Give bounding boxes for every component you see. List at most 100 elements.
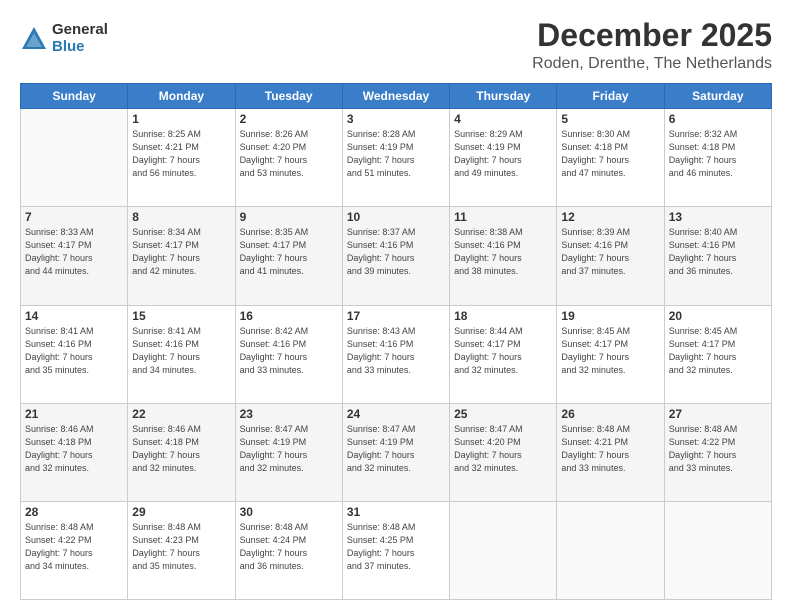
day-number: 29 xyxy=(132,505,230,519)
day-number: 20 xyxy=(669,309,767,323)
calendar-cell: 14 Sunrise: 8:41 AMSunset: 4:16 PMDayligh… xyxy=(21,305,128,403)
day-info: Sunrise: 8:48 AMSunset: 4:22 PMDaylight:… xyxy=(669,423,767,475)
header-tuesday: Tuesday xyxy=(235,84,342,109)
calendar-cell: 23Sunrise: 8:47 AMSunset: 4:19 PMDayligh… xyxy=(235,403,342,501)
day-number: 15 xyxy=(132,309,230,323)
day-info: Sunrise: 8:48 AMSunset: 4:25 PMDaylight:… xyxy=(347,521,445,573)
day-info: Sunrise: 8:48 AMSunset: 4:23 PMDaylight:… xyxy=(132,521,230,573)
day-info: Sunrise: 8:45 AMSunset: 4:17 PMDaylight:… xyxy=(669,325,767,377)
logo-text: General Blue xyxy=(52,22,108,55)
calendar-cell: 15Sunrise: 8:41 AMSunset: 4:16 PMDayligh… xyxy=(128,305,235,403)
day-info: Sunrise: 8:32 AMSunset: 4:18 PMDaylight:… xyxy=(669,128,767,180)
calendar-cell: 13 Sunrise: 8:40 AMSunset: 4:16 PMDayligh… xyxy=(664,207,771,305)
day-number: 11 xyxy=(454,210,552,224)
day-info: Sunrise: 8:42 AMSunset: 4:16 PMDaylight:… xyxy=(240,325,338,377)
calendar-cell: 30 Sunrise: 8:48 AMSunset: 4:24 PMDayligh… xyxy=(235,501,342,599)
calendar-table: Sunday Monday Tuesday Wednesday Thursday… xyxy=(20,83,772,600)
calendar-cell: 5 Sunrise: 8:30 AMSunset: 4:18 PMDaylight… xyxy=(557,109,664,207)
calendar-cell: 12 Sunrise: 8:39 AMSunset: 4:16 PMDayligh… xyxy=(557,207,664,305)
calendar-cell: 11 Sunrise: 8:38 AMSunset: 4:16 PMDayligh… xyxy=(450,207,557,305)
day-number: 31 xyxy=(347,505,445,519)
day-number: 9 xyxy=(240,210,338,224)
calendar-cell: 18Sunrise: 8:44 AMSunset: 4:17 PMDayligh… xyxy=(450,305,557,403)
day-number: 26 xyxy=(561,407,659,421)
day-info: Sunrise: 8:46 AMSunset: 4:18 PMDaylight:… xyxy=(132,423,230,475)
day-info: Sunrise: 8:45 AMSunset: 4:17 PMDaylight:… xyxy=(561,325,659,377)
calendar-cell: 28 Sunrise: 8:48 AMSunset: 4:22 PMDayligh… xyxy=(21,501,128,599)
day-info: Sunrise: 8:25 AMSunset: 4:21 PMDaylight:… xyxy=(132,128,230,180)
calendar-cell: 22Sunrise: 8:46 AMSunset: 4:18 PMDayligh… xyxy=(128,403,235,501)
calendar-cell: 6 Sunrise: 8:32 AMSunset: 4:18 PMDaylight… xyxy=(664,109,771,207)
day-number: 4 xyxy=(454,112,552,126)
day-info: Sunrise: 8:46 AMSunset: 4:18 PMDaylight:… xyxy=(25,423,123,475)
calendar-cell: 9 Sunrise: 8:35 AMSunset: 4:17 PMDaylight… xyxy=(235,207,342,305)
day-info: Sunrise: 8:39 AMSunset: 4:16 PMDaylight:… xyxy=(561,226,659,278)
day-info: Sunrise: 8:47 AMSunset: 4:20 PMDaylight:… xyxy=(454,423,552,475)
day-info: Sunrise: 8:40 AMSunset: 4:16 PMDaylight:… xyxy=(669,226,767,278)
day-number: 23 xyxy=(240,407,338,421)
title-block: December 2025 Roden, Drenthe, The Nether… xyxy=(532,18,772,73)
day-number: 12 xyxy=(561,210,659,224)
calendar-cell: 10 Sunrise: 8:37 AMSunset: 4:16 PMDayligh… xyxy=(342,207,449,305)
day-number: 25 xyxy=(454,407,552,421)
calendar-week-row: 7 Sunrise: 8:33 AMSunset: 4:17 PMDaylight… xyxy=(21,207,772,305)
calendar-cell xyxy=(21,109,128,207)
month-title: December 2025 xyxy=(532,18,772,53)
day-number: 21 xyxy=(25,407,123,421)
day-info: Sunrise: 8:30 AMSunset: 4:18 PMDaylight:… xyxy=(561,128,659,180)
calendar-cell: 21 Sunrise: 8:46 AMSunset: 4:18 PMDayligh… xyxy=(21,403,128,501)
header-sunday: Sunday xyxy=(21,84,128,109)
header-thursday: Thursday xyxy=(450,84,557,109)
calendar-cell: 19 Sunrise: 8:45 AMSunset: 4:17 PMDayligh… xyxy=(557,305,664,403)
calendar-cell: 27Sunrise: 8:48 AMSunset: 4:22 PMDayligh… xyxy=(664,403,771,501)
day-info: Sunrise: 8:48 AMSunset: 4:24 PMDaylight:… xyxy=(240,521,338,573)
day-number: 14 xyxy=(25,309,123,323)
calendar-cell xyxy=(450,501,557,599)
calendar-cell: 29 Sunrise: 8:48 AMSunset: 4:23 PMDayligh… xyxy=(128,501,235,599)
day-info: Sunrise: 8:34 AMSunset: 4:17 PMDaylight:… xyxy=(132,226,230,278)
logo-general-text: General xyxy=(52,22,108,39)
day-info: Sunrise: 8:48 AMSunset: 4:22 PMDaylight:… xyxy=(25,521,123,573)
location-title: Roden, Drenthe, The Netherlands xyxy=(532,55,772,73)
calendar-cell: 2Sunrise: 8:26 AMSunset: 4:20 PMDaylight… xyxy=(235,109,342,207)
day-number: 19 xyxy=(561,309,659,323)
day-number: 17 xyxy=(347,309,445,323)
day-number: 28 xyxy=(25,505,123,519)
calendar-cell: 17Sunrise: 8:43 AMSunset: 4:16 PMDayligh… xyxy=(342,305,449,403)
day-number: 5 xyxy=(561,112,659,126)
calendar-cell: 7 Sunrise: 8:33 AMSunset: 4:17 PMDaylight… xyxy=(21,207,128,305)
day-number: 6 xyxy=(669,112,767,126)
calendar-cell xyxy=(557,501,664,599)
day-info: Sunrise: 8:28 AMSunset: 4:19 PMDaylight:… xyxy=(347,128,445,180)
day-info: Sunrise: 8:38 AMSunset: 4:16 PMDaylight:… xyxy=(454,226,552,278)
header: General Blue December 2025 Roden, Drenth… xyxy=(20,18,772,73)
calendar-cell: 1 Sunrise: 8:25 AMSunset: 4:21 PMDaylight… xyxy=(128,109,235,207)
day-info: Sunrise: 8:29 AMSunset: 4:19 PMDaylight:… xyxy=(454,128,552,180)
calendar-cell: 31 Sunrise: 8:48 AMSunset: 4:25 PMDayligh… xyxy=(342,501,449,599)
calendar-cell: 24Sunrise: 8:47 AMSunset: 4:19 PMDayligh… xyxy=(342,403,449,501)
calendar-week-row: 1 Sunrise: 8:25 AMSunset: 4:21 PMDaylight… xyxy=(21,109,772,207)
day-info: Sunrise: 8:37 AMSunset: 4:16 PMDaylight:… xyxy=(347,226,445,278)
day-info: Sunrise: 8:33 AMSunset: 4:17 PMDaylight:… xyxy=(25,226,123,278)
day-number: 2 xyxy=(240,112,338,126)
day-number: 16 xyxy=(240,309,338,323)
day-info: Sunrise: 8:48 AMSunset: 4:21 PMDaylight:… xyxy=(561,423,659,475)
calendar-cell: 8Sunrise: 8:34 AMSunset: 4:17 PMDaylight… xyxy=(128,207,235,305)
day-info: Sunrise: 8:35 AMSunset: 4:17 PMDaylight:… xyxy=(240,226,338,278)
day-info: Sunrise: 8:44 AMSunset: 4:17 PMDaylight:… xyxy=(454,325,552,377)
calendar-cell: 4 Sunrise: 8:29 AMSunset: 4:19 PMDaylight… xyxy=(450,109,557,207)
day-number: 10 xyxy=(347,210,445,224)
day-number: 13 xyxy=(669,210,767,224)
calendar-cell: 16 Sunrise: 8:42 AMSunset: 4:16 PMDayligh… xyxy=(235,305,342,403)
header-friday: Friday xyxy=(557,84,664,109)
calendar-cell: 3Sunrise: 8:28 AMSunset: 4:19 PMDaylight… xyxy=(342,109,449,207)
calendar-week-row: 14 Sunrise: 8:41 AMSunset: 4:16 PMDayligh… xyxy=(21,305,772,403)
logo-icon xyxy=(20,25,48,53)
day-info: Sunrise: 8:41 AMSunset: 4:16 PMDaylight:… xyxy=(25,325,123,377)
day-info: Sunrise: 8:47 AMSunset: 4:19 PMDaylight:… xyxy=(347,423,445,475)
day-number: 7 xyxy=(25,210,123,224)
header-monday: Monday xyxy=(128,84,235,109)
day-number: 1 xyxy=(132,112,230,126)
day-number: 30 xyxy=(240,505,338,519)
logo-blue-text: Blue xyxy=(52,39,108,56)
